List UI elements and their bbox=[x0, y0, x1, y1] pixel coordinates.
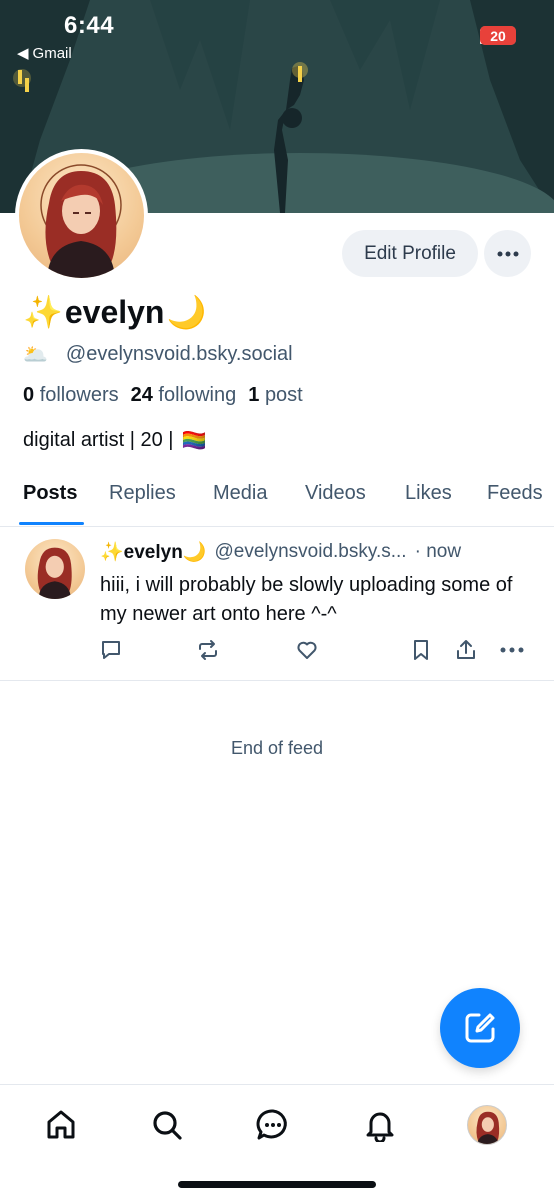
feed-post[interactable]: ✨evelyn🌙 @evelynsvoid.bsky.s... · now hi… bbox=[0, 527, 554, 681]
profile-handle[interactable]: @evelynsvoid.bsky.social bbox=[66, 343, 293, 366]
profile-more-button[interactable] bbox=[484, 230, 531, 277]
active-tab-indicator bbox=[19, 522, 84, 525]
tab-likes[interactable]: Likes bbox=[405, 482, 452, 505]
post-timestamp: · now bbox=[414, 541, 462, 562]
home-icon bbox=[47, 1110, 75, 1139]
nav-home[interactable] bbox=[41, 1105, 81, 1145]
rainbow-flag-emoji: 🏳️‍🌈 bbox=[181, 430, 207, 452]
edit-profile-button[interactable]: Edit Profile bbox=[342, 230, 478, 277]
share-icon bbox=[457, 640, 475, 659]
battery-level: 20 bbox=[490, 27, 506, 44]
handle-row: 🌥️ @evelynsvoid.bsky.social bbox=[23, 342, 293, 367]
tab-videos[interactable]: Videos bbox=[305, 482, 366, 505]
nav-search[interactable] bbox=[147, 1105, 187, 1145]
tab-feeds[interactable]: Feeds bbox=[487, 482, 543, 505]
compose-button[interactable] bbox=[440, 988, 520, 1068]
post-more-button[interactable] bbox=[499, 637, 525, 663]
post-author-name[interactable]: ✨evelyn🌙 bbox=[100, 540, 206, 564]
reply-button[interactable] bbox=[98, 637, 124, 663]
following-count: 24 bbox=[130, 384, 153, 406]
following-stat[interactable]: 24 following bbox=[131, 384, 237, 407]
status-icons: 20 bbox=[480, 26, 516, 45]
profile-bio: digital artist | 20 | 🏳️‍🌈 bbox=[23, 428, 206, 453]
tab-media[interactable]: Media bbox=[213, 482, 267, 505]
post-author-handle[interactable]: @evelynsvoid.bsky.s... bbox=[214, 541, 406, 563]
profile-avatar[interactable] bbox=[15, 149, 148, 282]
chat-icon bbox=[256, 1109, 287, 1140]
back-app-label: Gmail bbox=[32, 44, 72, 62]
like-icon bbox=[297, 641, 317, 659]
back-triangle-icon: ◀ bbox=[17, 45, 29, 62]
more-icon bbox=[500, 647, 524, 653]
repost-icon bbox=[199, 640, 217, 660]
search-icon bbox=[153, 1111, 182, 1140]
followers-label: followers bbox=[39, 384, 119, 406]
post-avatar[interactable] bbox=[25, 539, 85, 599]
bookmark-button[interactable] bbox=[408, 637, 434, 663]
bookmark-icon bbox=[414, 640, 428, 660]
home-indicator bbox=[178, 1181, 376, 1188]
followers-stat[interactable]: 0 followers bbox=[23, 384, 119, 407]
post-header: ✨evelyn🌙 @evelynsvoid.bsky.s... · now bbox=[100, 540, 540, 564]
nav-profile[interactable] bbox=[467, 1105, 507, 1145]
repost-button[interactable] bbox=[195, 637, 221, 663]
posts-count: 1 bbox=[248, 384, 260, 406]
status-bar: 6:44 ◀ Gmail 20 bbox=[0, 0, 554, 70]
like-button[interactable] bbox=[294, 637, 320, 663]
post-text: hiii, i will probably be slowly uploadin… bbox=[100, 574, 513, 625]
tab-replies[interactable]: Replies bbox=[109, 482, 176, 505]
battery-icon: 20 bbox=[480, 26, 516, 45]
profile-avatar-icon bbox=[467, 1105, 507, 1145]
share-button[interactable] bbox=[453, 637, 479, 663]
followers-count: 0 bbox=[23, 384, 35, 406]
nav-notifications[interactable] bbox=[360, 1105, 400, 1145]
sparkles-emoji: ✨ bbox=[23, 294, 63, 330]
posts-stat: 1 post bbox=[248, 384, 303, 407]
display-name-text: evelyn bbox=[64, 293, 165, 330]
following-label: following bbox=[158, 384, 237, 406]
avatar-illustration bbox=[40, 164, 122, 278]
notifications-icon bbox=[366, 1112, 394, 1142]
post-actions bbox=[0, 637, 554, 663]
profile-stats: 0 followers 24 following 1 post bbox=[23, 384, 303, 407]
back-to-app-link[interactable]: ◀ Gmail bbox=[17, 44, 72, 63]
profile-tabs: Posts Replies Media Videos Likes Feeds bbox=[0, 470, 554, 527]
display-name: ✨ evelyn 🌙 bbox=[23, 293, 206, 331]
nav-avatar-illustration bbox=[476, 1111, 500, 1144]
post-avatar-illustration bbox=[37, 547, 72, 599]
tab-posts[interactable]: Posts bbox=[23, 482, 77, 505]
more-dots-icon bbox=[497, 251, 518, 256]
status-time: 6:44 bbox=[64, 12, 115, 39]
posts-label: post bbox=[264, 384, 303, 406]
moon-emoji: 🌙 bbox=[166, 294, 207, 330]
compose-icon bbox=[465, 1013, 495, 1043]
reply-icon bbox=[102, 641, 120, 659]
nav-chat[interactable] bbox=[253, 1105, 293, 1145]
bio-text: digital artist | 20 | bbox=[23, 429, 174, 451]
handle-emoji: 🌥️ bbox=[23, 344, 48, 366]
end-of-feed-text: End of feed bbox=[230, 738, 324, 758]
